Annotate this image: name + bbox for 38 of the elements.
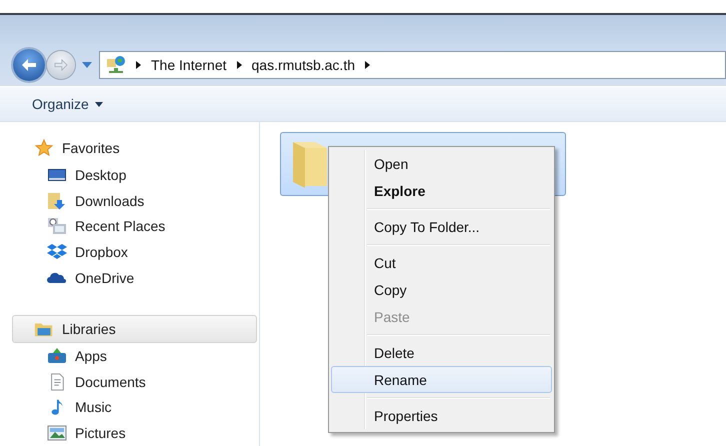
pictures-icon: [47, 424, 67, 442]
back-button[interactable]: [13, 49, 45, 81]
nav-item[interactable]: Recent Places: [75, 218, 166, 234]
address-bar[interactable]: The Internet qas.rmutsb.ac.th: [99, 51, 726, 79]
breadcrumb-arrow-icon[interactable]: [365, 61, 370, 69]
recent-places-icon: [47, 217, 67, 236]
breadcrumb[interactable]: qas.rmutsb.ac.th: [252, 57, 355, 73]
nav-item[interactable]: Music: [75, 399, 112, 416]
forward-arrow-icon: [54, 59, 68, 71]
nav-item[interactable]: Desktop: [75, 166, 126, 183]
breadcrumb[interactable]: The Internet: [151, 57, 226, 73]
breadcrumb-arrow-icon[interactable]: [236, 61, 242, 69]
nav-item[interactable]: Pictures: [75, 425, 126, 442]
menu-item[interactable]: Delete: [331, 339, 552, 366]
folder-download-icon: [47, 192, 67, 210]
menu-item[interactable]: Copy: [331, 276, 552, 303]
breadcrumb-arrow-icon[interactable]: [136, 61, 141, 69]
nav-item[interactable]: Dropbox: [75, 244, 128, 260]
nav-item[interactable]: Downloads: [75, 192, 144, 209]
caret-icon: [94, 102, 103, 106]
recent-pages-caret-icon[interactable]: [81, 60, 93, 70]
menu-item[interactable]: Properties: [331, 402, 552, 429]
nav-item[interactable]: Documents: [75, 374, 146, 390]
apps-icon: [47, 346, 67, 365]
menu-item[interactable]: Open: [331, 150, 552, 177]
menu-item[interactable]: Explore: [331, 177, 552, 204]
nav-group-header[interactable]: Favorites: [12, 134, 257, 162]
organize-menu[interactable]: Organize: [32, 96, 103, 112]
star-icon: [34, 139, 54, 157]
menu-item[interactable]: Copy To Folder...: [331, 213, 552, 240]
nav-item[interactable]: Apps: [75, 348, 107, 364]
network-icon: [106, 55, 126, 75]
menu-item[interactable]: Rename: [331, 366, 552, 393]
back-arrow-icon: [21, 58, 37, 72]
dropbox-icon: [47, 243, 67, 262]
menu-item[interactable]: Cut: [331, 249, 552, 276]
nav-item[interactable]: OneDrive: [75, 270, 134, 286]
nav-group-header[interactable]: Libraries: [12, 314, 257, 343]
